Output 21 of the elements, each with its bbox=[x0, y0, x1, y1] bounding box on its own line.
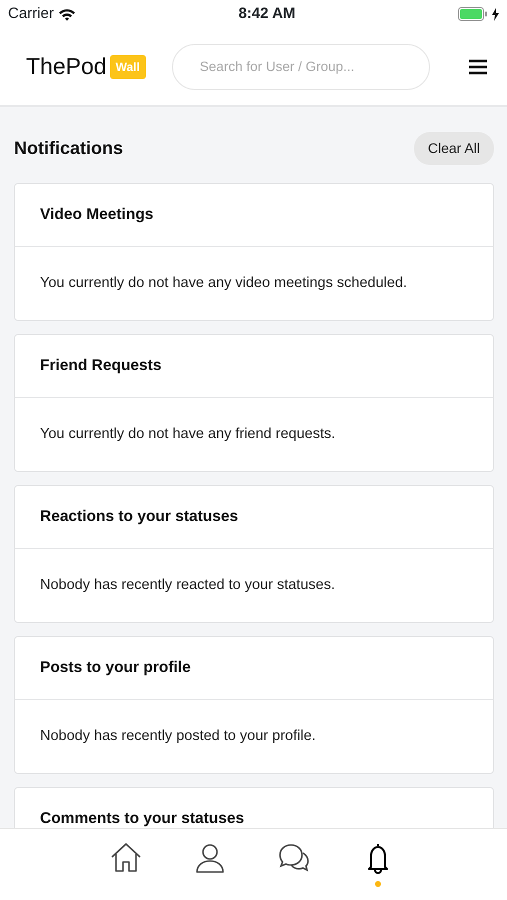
carrier-text: Carrier bbox=[8, 4, 54, 24]
section-title: Reactions to your statuses bbox=[40, 508, 238, 526]
empty-message: Nobody has recently posted to your profile. bbox=[39, 726, 317, 746]
section-title: Comments to your statuses bbox=[40, 810, 244, 828]
logo-badge: Wall bbox=[110, 54, 146, 78]
search-field[interactable]: Search for User / Group... bbox=[172, 44, 430, 90]
person-icon bbox=[193, 841, 227, 875]
selected-dot bbox=[375, 881, 381, 887]
clear-all-button[interactable]: Clear All bbox=[414, 132, 494, 165]
section-title: Video Meetings bbox=[40, 206, 154, 224]
status-time: 8:42 AM bbox=[238, 4, 296, 24]
home-icon bbox=[109, 841, 143, 875]
section-title: Posts to your profile bbox=[40, 659, 191, 677]
empty-message: Nobody has recently reacted to your statuses. bbox=[39, 576, 336, 595]
menu-icon[interactable] bbox=[467, 58, 489, 76]
section-title: Friend Requests bbox=[40, 357, 162, 375]
wifi-icon bbox=[58, 8, 76, 20]
page-title: Notifications bbox=[14, 137, 124, 160]
empty-message: You currently do not have any video meetings scheduled. bbox=[39, 274, 408, 293]
logo-text: ThePod bbox=[26, 52, 107, 82]
empty-message: You currently do not have any friend requests. bbox=[39, 424, 336, 444]
